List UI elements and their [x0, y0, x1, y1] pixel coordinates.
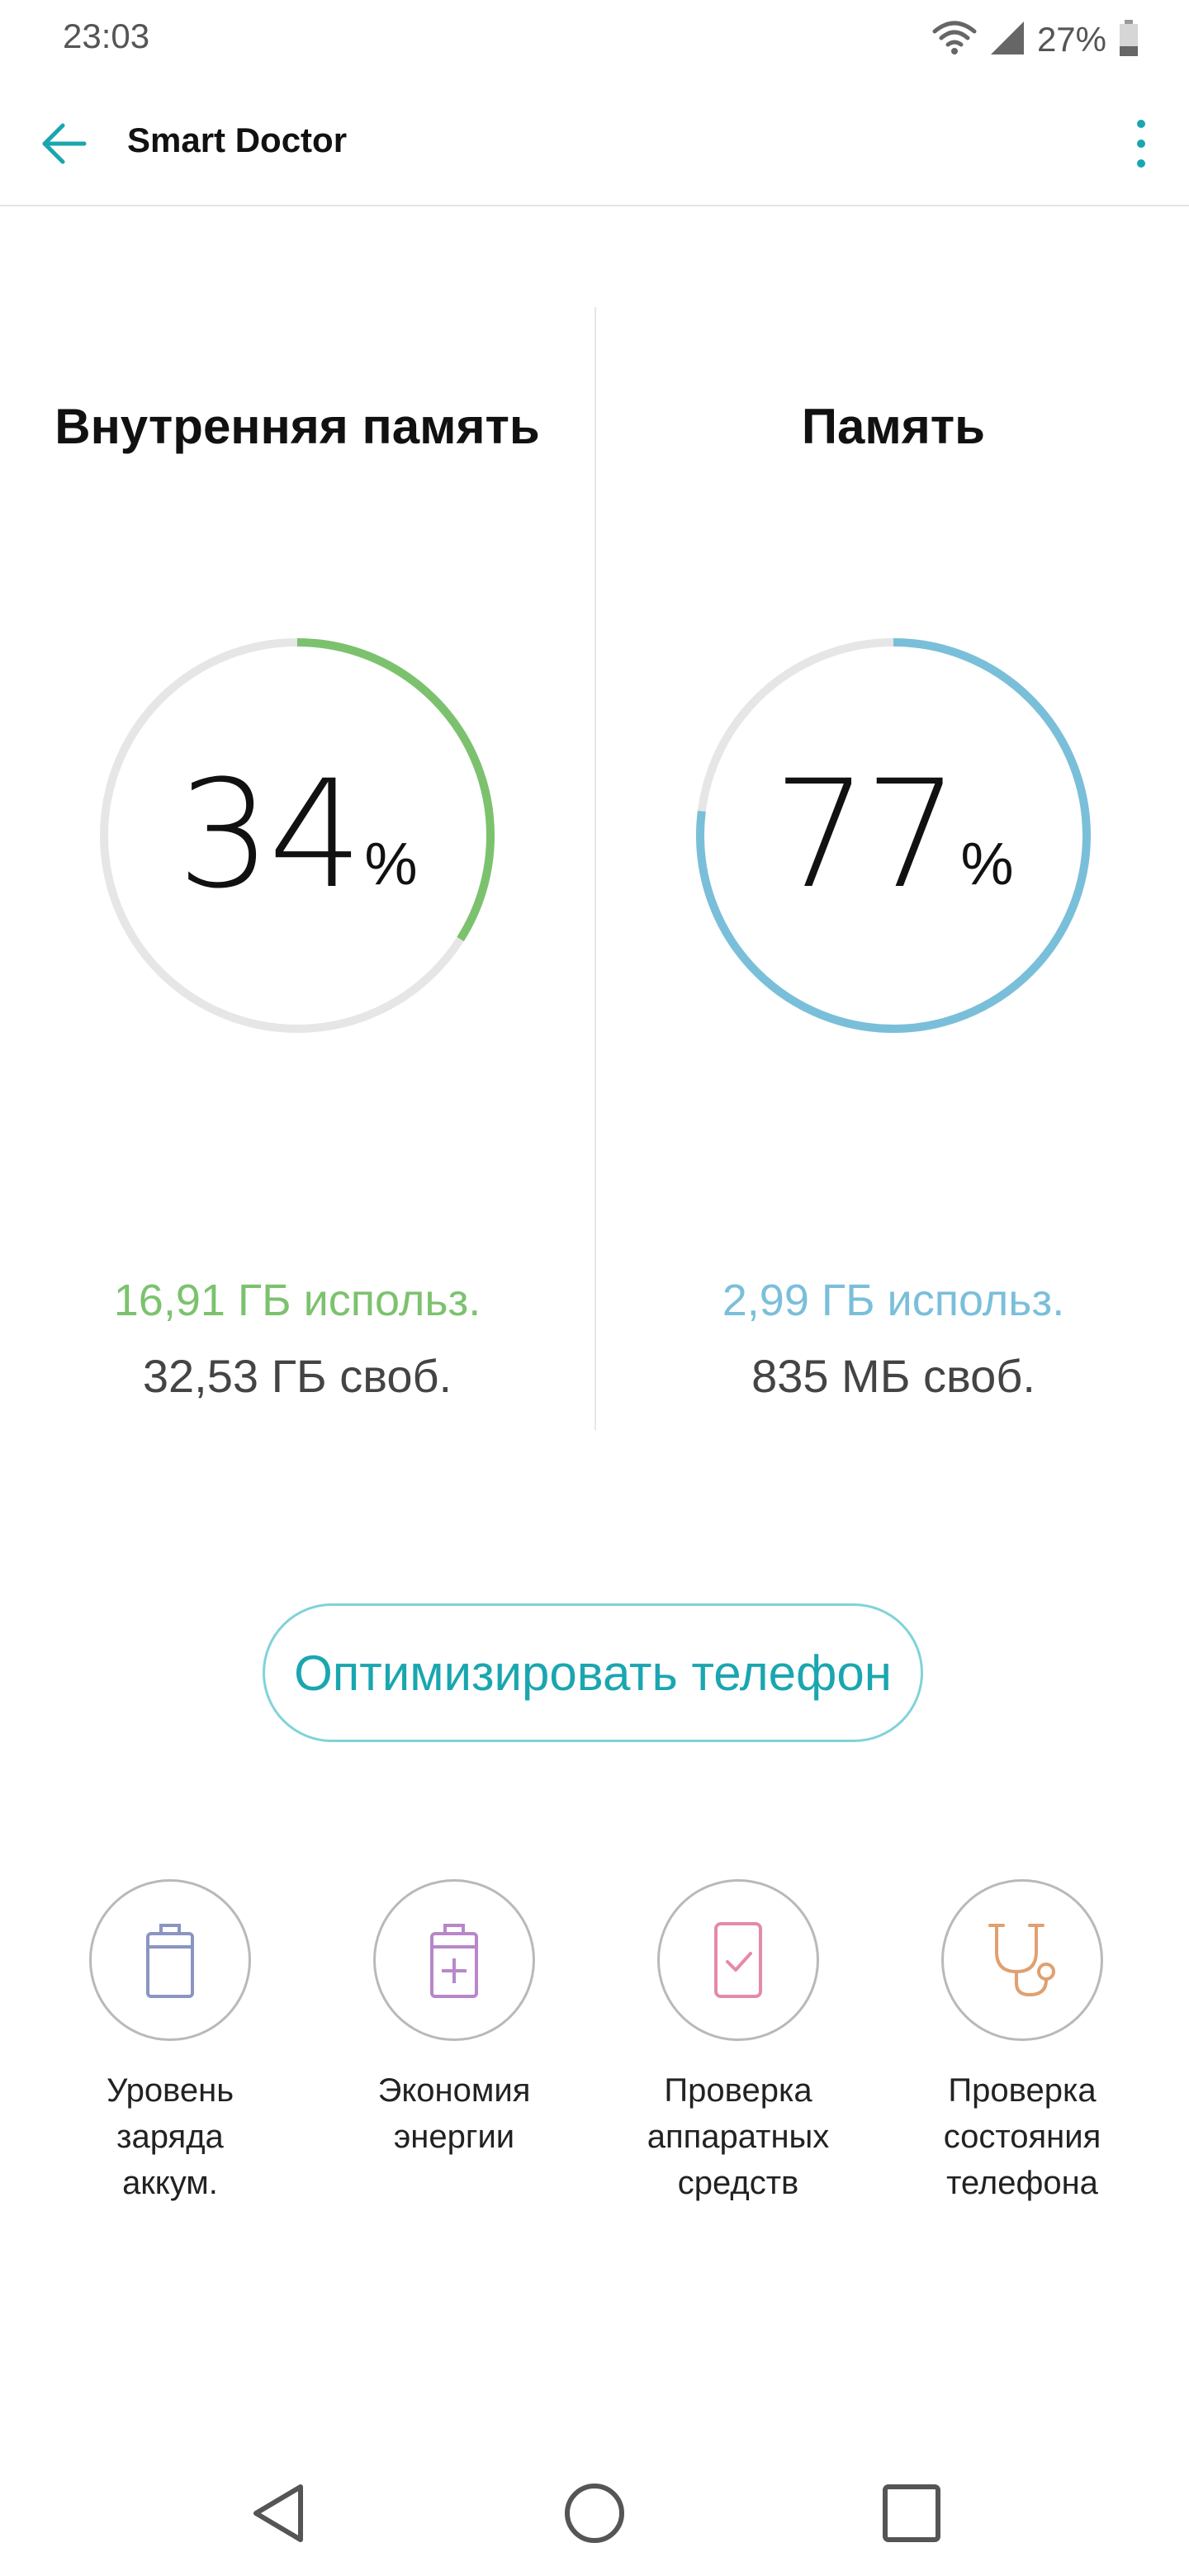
ram-free: 835 МБ своб. — [751, 1350, 1035, 1402]
tool-power-saving-label: Экономия энергии — [377, 2072, 531, 2155]
ram-percent-unit: % — [960, 831, 1014, 897]
battery-level-icon — [146, 1924, 194, 1998]
tool-hardware-check-circle[interactable] — [657, 1879, 819, 2041]
tool-power-saving[interactable]: Экономия энергии — [330, 1879, 578, 2226]
battery-plus-icon — [430, 1924, 478, 1998]
internal-storage-used: 16,91 ГБ использ. — [113, 1276, 481, 1325]
nav-back-button[interactable] — [239, 2474, 319, 2553]
page-title: Smart Doctor — [127, 121, 348, 159]
tool-battery-level-label: Уровень заряда аккум. — [106, 2072, 234, 2201]
tool-phone-status-check[interactable]: Проверка состояния телефона — [898, 1879, 1146, 2226]
cell-signal-icon — [989, 18, 1026, 62]
tool-hardware-check[interactable]: Проверка аппаратных средств — [614, 1879, 862, 2226]
status-time: 23:03 — [63, 17, 150, 55]
nav-home-button[interactable] — [555, 2474, 634, 2553]
battery-icon — [1118, 18, 1139, 62]
tool-battery-level[interactable]: Уровень заряда аккум. — [46, 1879, 294, 2226]
internal-storage-percent: 34 % — [99, 637, 495, 1034]
home-circle-icon — [565, 2484, 624, 2543]
internal-storage-meter[interactable]: Внутренняя память 34 % 16,91 ГБ использ.… — [0, 307, 594, 1430]
wifi-icon — [931, 18, 978, 62]
tool-hardware-check-label: Проверка аппаратных средств — [647, 2072, 830, 2201]
ram-meter[interactable]: Память 77 % 2,99 ГБ использ. 835 МБ своб… — [596, 307, 1189, 1430]
optimize-phone-button[interactable]: Оптимизировать телефон — [263, 1603, 923, 1742]
internal-storage-percent-number: 34 — [177, 749, 362, 921]
status-bar: 23:03 27% — [0, 0, 1189, 79]
tool-battery-level-circle[interactable] — [89, 1879, 251, 2041]
recents-square-icon — [883, 2484, 940, 2542]
back-triangle-icon — [253, 2484, 303, 2542]
tool-phone-status-check-circle[interactable] — [941, 1879, 1103, 2041]
internal-storage-percent-unit: % — [364, 831, 418, 897]
internal-storage-title: Внутренняя память — [54, 399, 540, 454]
more-vert-icon — [1137, 120, 1145, 168]
navigation-bar — [0, 2444, 1189, 2576]
status-icons: 27% — [931, 17, 1139, 63]
ram-percent-number: 77 — [773, 749, 959, 921]
stethoscope-icon — [988, 1924, 1055, 1997]
tool-power-saving-circle[interactable] — [373, 1879, 535, 2041]
tool-phone-status-check-label: Проверка состояния телефона — [943, 2072, 1101, 2201]
ram-used: 2,99 ГБ использ. — [722, 1276, 1065, 1325]
app-bar: Smart Doctor — [0, 79, 1189, 206]
arrow-left-icon — [42, 123, 87, 164]
nav-recents-button[interactable] — [872, 2474, 951, 2553]
internal-storage-free: 32,53 ГБ своб. — [142, 1350, 452, 1402]
ram-title: Память — [801, 399, 986, 454]
ram-percent: 77 % — [695, 637, 1092, 1034]
more-options-button[interactable] — [1110, 107, 1172, 180]
back-button[interactable] — [33, 112, 96, 175]
phone-check-icon — [714, 1922, 762, 1998]
battery-percent: 27% — [1036, 20, 1106, 59]
